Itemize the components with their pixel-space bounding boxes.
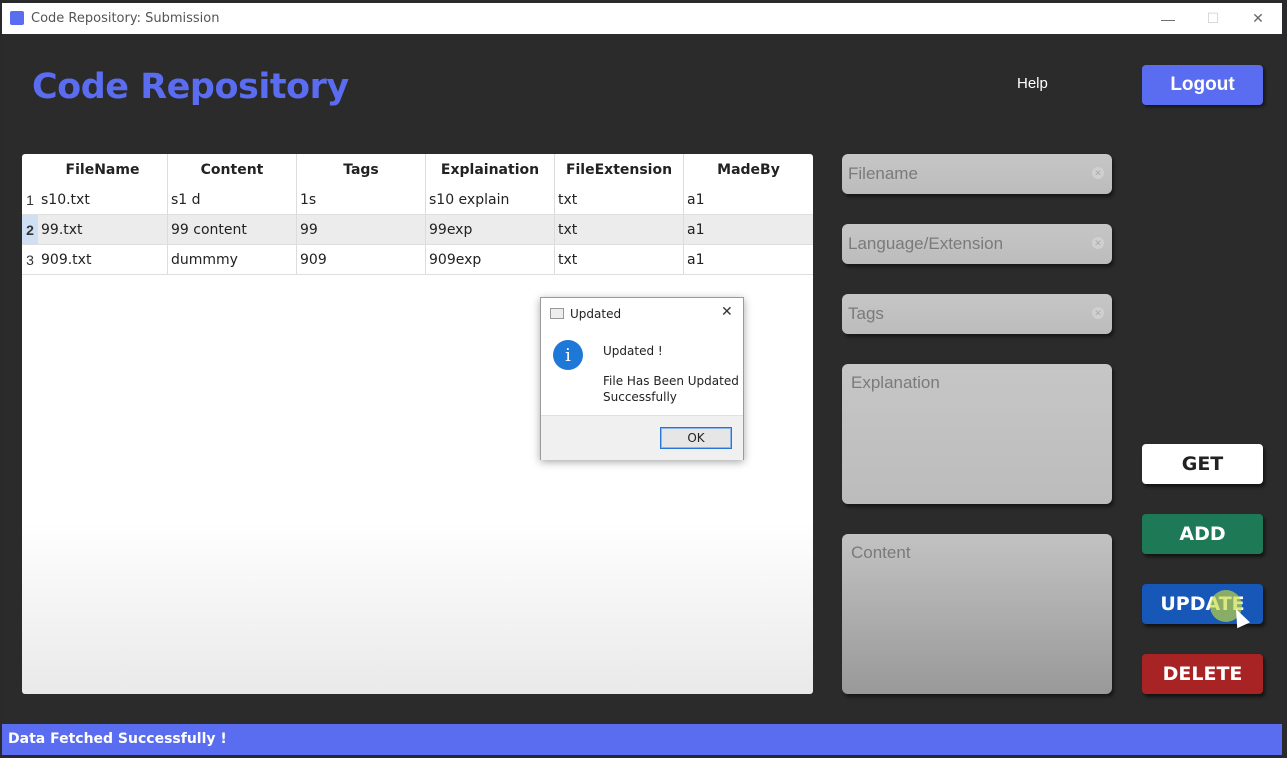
table-cell[interactable]: dummmy: [168, 245, 297, 274]
table-cell[interactable]: txt: [555, 245, 684, 274]
table-cell[interactable]: 99.txt: [38, 215, 168, 244]
content-placeholder: Content: [851, 543, 911, 562]
language-placeholder: Language/Extension: [848, 234, 1004, 253]
status-bar: Data Fetched Successfully !: [2, 724, 1282, 755]
column-header[interactable]: Tags: [297, 154, 426, 185]
window-title: Code Repository: Submission: [31, 11, 220, 26]
minimize-button[interactable]: —: [1145, 3, 1191, 34]
row-index[interactable]: 2: [22, 215, 38, 244]
table-row[interactable]: 1 s10.txt s1 d 1s s10 explain txt a1: [22, 185, 813, 215]
table-cell[interactable]: s1 d: [168, 185, 297, 214]
column-header[interactable]: FileExtension: [555, 154, 684, 185]
column-header[interactable]: MadeBy: [684, 154, 813, 185]
clear-icon[interactable]: ✕: [1092, 307, 1104, 319]
language-extension-input[interactable]: Language/Extension ✕: [842, 224, 1112, 264]
maximize-button[interactable]: ☐: [1190, 3, 1236, 34]
clear-icon[interactable]: ✕: [1092, 237, 1104, 249]
column-header[interactable]: FileName: [38, 154, 168, 185]
table-cell[interactable]: 909: [297, 245, 426, 274]
table-cell[interactable]: 1s: [297, 185, 426, 214]
dialog-title: Updated: [570, 307, 622, 321]
title-bar: Code Repository: Submission — ☐ ✕: [2, 3, 1282, 34]
delete-button[interactable]: DELETE: [1142, 654, 1263, 694]
filename-input[interactable]: Filename ✕: [842, 154, 1112, 194]
tags-placeholder: Tags: [848, 304, 884, 323]
status-message: Data Fetched Successfully !: [8, 731, 227, 747]
table-cell[interactable]: 99: [297, 215, 426, 244]
table-cell[interactable]: txt: [555, 215, 684, 244]
dialog-close-button[interactable]: ✕: [721, 304, 733, 320]
tags-input[interactable]: Tags ✕: [842, 294, 1112, 334]
table-row[interactable]: 3 909.txt dummmy 909 909exp txt a1: [22, 245, 813, 275]
row-index[interactable]: 3: [22, 245, 38, 274]
column-header[interactable]: Explaination: [426, 154, 555, 185]
help-link[interactable]: Help: [1017, 75, 1048, 92]
updated-dialog: Updated ✕ i Updated ! File Has Been Upda…: [540, 297, 744, 460]
table-cell[interactable]: 99exp: [426, 215, 555, 244]
table-cell[interactable]: s10 explain: [426, 185, 555, 214]
filename-placeholder: Filename: [848, 164, 918, 183]
explanation-textarea[interactable]: Explanation: [842, 364, 1112, 504]
table-cell[interactable]: a1: [684, 215, 813, 244]
table-header: FileName Content Tags Explaination FileE…: [22, 154, 813, 185]
content-textarea[interactable]: Content: [842, 534, 1112, 694]
dialog-footer: OK: [541, 415, 743, 460]
table-cell[interactable]: a1: [684, 245, 813, 274]
app-window: Code Repository: Submission — ☐ ✕ Code R…: [2, 3, 1282, 755]
app-title: Code Repository: [32, 67, 349, 107]
dialog-heading: Updated !: [603, 344, 663, 358]
clear-icon[interactable]: ✕: [1092, 167, 1104, 179]
logout-button[interactable]: Logout: [1142, 65, 1263, 105]
info-icon: i: [553, 340, 583, 370]
ok-button[interactable]: OK: [660, 427, 732, 449]
dialog-message: File Has Been Updated Successfully: [603, 374, 739, 404]
table-cell[interactable]: 99 content: [168, 215, 297, 244]
table-cell[interactable]: 909exp: [426, 245, 555, 274]
table-row[interactable]: 2 99.txt 99 content 99 99exp txt a1: [22, 215, 813, 245]
explanation-placeholder: Explanation: [851, 373, 940, 392]
app-icon: [10, 11, 24, 25]
table-cell[interactable]: s10.txt: [38, 185, 168, 214]
table-cell[interactable]: txt: [555, 185, 684, 214]
table-cell[interactable]: a1: [684, 185, 813, 214]
close-button[interactable]: ✕: [1235, 3, 1281, 34]
table-cell[interactable]: 909.txt: [38, 245, 168, 274]
column-header[interactable]: Content: [168, 154, 297, 185]
dialog-window-icon: [550, 308, 564, 319]
add-button[interactable]: ADD: [1142, 514, 1263, 554]
row-index[interactable]: 1: [22, 185, 38, 214]
get-button[interactable]: GET: [1142, 444, 1263, 484]
